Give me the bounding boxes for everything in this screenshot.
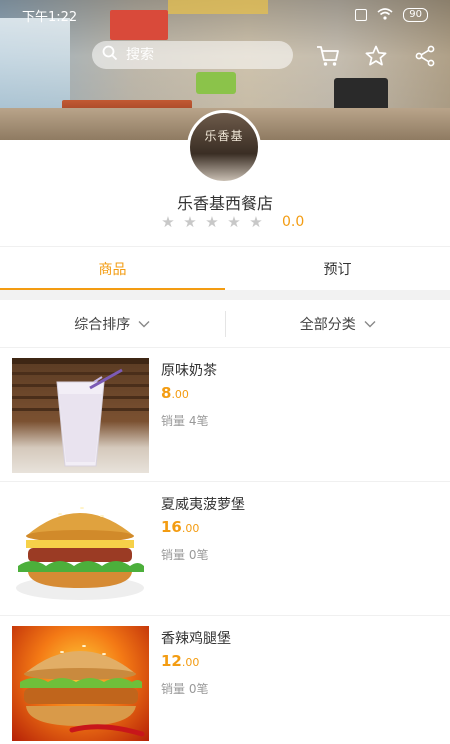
- product-name: 原味奶茶: [161, 363, 217, 379]
- star-outline-icon[interactable]: [364, 44, 388, 68]
- sim-icon: [355, 9, 368, 21]
- status-time: 下午1:22: [22, 9, 78, 25]
- banner-green-box: [196, 72, 236, 94]
- filter-bar: 综合排序 全部分类: [0, 300, 450, 348]
- chevron-down-icon: [364, 316, 376, 332]
- product-sales: 销量 0笔: [161, 548, 209, 562]
- shop-name: 乐香基西餐店: [176, 194, 273, 213]
- star-icon: ★: [227, 213, 241, 231]
- product-price: 16.00: [161, 518, 200, 536]
- tab-reservation[interactable]: 预订: [225, 247, 450, 290]
- cart-icon[interactable]: [316, 44, 340, 68]
- product-image: [12, 492, 149, 607]
- product-image: [12, 358, 149, 473]
- battery-icon: 90: [403, 8, 428, 22]
- star-icon: ★: [249, 213, 263, 231]
- star-icon: ★: [161, 213, 175, 231]
- product-item[interactable]: 香辣鸡腿堡 12.00 销量 0笔: [0, 616, 450, 744]
- top-toolbar: [0, 40, 450, 70]
- shop-avatar: 乐香基: [187, 110, 261, 184]
- chevron-down-icon: [138, 316, 150, 332]
- product-item[interactable]: 夏威夷菠萝堡 16.00 销量 0笔: [0, 482, 450, 616]
- product-name: 夏威夷菠萝堡: [161, 497, 245, 513]
- product-image: [12, 626, 149, 741]
- product-sales: 销量 4笔: [161, 414, 209, 428]
- tab-products[interactable]: 商品: [0, 247, 225, 290]
- star-icon: ★: [205, 213, 219, 231]
- wifi-icon: [377, 7, 393, 23]
- sort-filter[interactable]: 综合排序: [0, 314, 225, 334]
- category-filter[interactable]: 全部分类: [226, 314, 450, 334]
- status-bar: 下午1:22 90: [0, 0, 450, 30]
- search-icon: [102, 45, 118, 65]
- tab-bar: 商品 预订: [0, 246, 450, 290]
- rating-value: 0.0: [282, 214, 305, 230]
- product-price: 8.00: [161, 384, 189, 402]
- sort-filter-label: 综合排序: [74, 316, 131, 333]
- product-item[interactable]: 原味奶茶 8.00 销量 4笔: [0, 348, 450, 482]
- category-filter-label: 全部分类: [299, 316, 356, 333]
- status-icons: 90: [355, 7, 428, 23]
- search-bar[interactable]: [92, 41, 293, 69]
- product-price: 12.00: [161, 652, 200, 670]
- star-icon: ★: [183, 213, 197, 231]
- product-name: 香辣鸡腿堡: [161, 631, 231, 647]
- rating-row: ★ ★ ★ ★ ★ 0.0: [160, 212, 304, 232]
- product-sales: 销量 0笔: [161, 682, 209, 696]
- share-icon[interactable]: [413, 44, 437, 68]
- avatar-sign-text: 乐香基: [204, 129, 244, 143]
- section-divider: [0, 290, 450, 300]
- search-input[interactable]: [126, 47, 276, 63]
